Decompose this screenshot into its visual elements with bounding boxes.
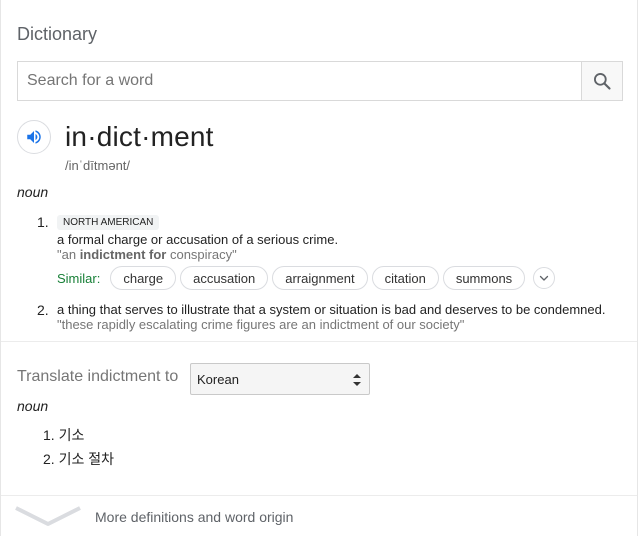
sense-2-example: "these rapidly escalating crime figures … <box>57 317 465 332</box>
card-title: Dictionary <box>17 24 98 44</box>
sense-1: NORTH AMERICAN <box>57 213 160 230</box>
headword: in·dict·ment <box>65 121 214 152</box>
similar-label: Similar: <box>57 270 101 286</box>
translation-number: 2. <box>43 451 55 467</box>
search-input[interactable] <box>18 62 581 100</box>
search-button[interactable] <box>581 62 622 100</box>
example-prefix: "an <box>57 247 80 262</box>
similar-chip-summons[interactable]: summons <box>442 266 526 290</box>
similar-words-row: Similar: charge accusation arraignment c… <box>57 266 556 290</box>
chevron-down-icon <box>540 275 549 281</box>
region-label: NORTH AMERICAN <box>57 215 160 230</box>
more-definitions-link[interactable]: More definitions and word origin <box>1 496 637 536</box>
translate-label: Translate indictment to <box>17 368 179 385</box>
chevron-down-icon <box>15 506 81 526</box>
dictionary-card: Dictionary in·dict·ment /inˈdītmənt/ nou… <box>0 0 638 536</box>
translate-part-of-speech: noun <box>17 398 49 414</box>
selected-language: Korean <box>197 371 239 387</box>
translation-text: 기소 <box>58 427 85 443</box>
translation-item: 1. 기소 <box>43 425 84 445</box>
similar-chip-citation[interactable]: citation <box>371 266 439 290</box>
example-bold: indictment for <box>79 247 167 262</box>
part-of-speech: noun <box>17 184 49 200</box>
section-divider <box>1 341 637 342</box>
sense-1-example: "an indictment for conspiracy" <box>57 247 237 262</box>
select-arrows-icon <box>353 374 361 386</box>
more-definitions-label: More definitions and word origin <box>95 509 294 525</box>
translation-number: 1. <box>43 427 55 443</box>
sense-number: 1. <box>37 214 49 230</box>
sense-2-definition: a thing that serves to illustrate that a… <box>57 302 606 317</box>
translation-text: 기소 절차 <box>58 451 114 467</box>
expand-similar-button[interactable] <box>533 267 556 289</box>
language-select[interactable]: Korean <box>190 363 370 395</box>
translation-item: 2. 기소 절차 <box>43 449 114 469</box>
example-suffix: conspiracy" <box>166 247 237 262</box>
speaker-icon <box>27 130 41 144</box>
pronunciation-button[interactable] <box>17 120 51 154</box>
similar-chip-accusation[interactable]: accusation <box>180 266 269 290</box>
phonetic-spelling: /inˈdītmənt/ <box>65 158 131 173</box>
sense-number: 2. <box>37 302 49 318</box>
search-box <box>17 61 623 101</box>
sense-1-definition: a formal charge or accusation of a serio… <box>57 232 339 247</box>
search-icon <box>594 73 611 90</box>
similar-chip-charge[interactable]: charge <box>110 266 177 290</box>
similar-chip-arraignment[interactable]: arraignment <box>272 266 368 290</box>
